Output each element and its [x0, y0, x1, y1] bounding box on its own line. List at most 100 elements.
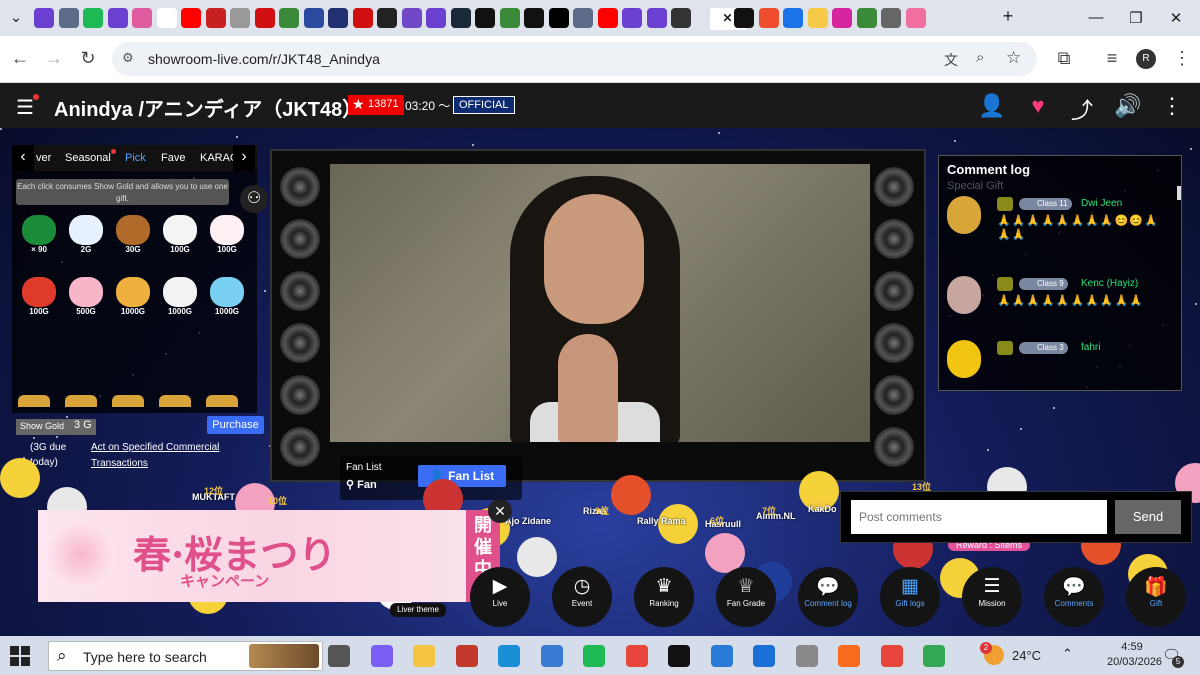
tab-frog-icon[interactable]	[279, 8, 299, 28]
extensions-icon[interactable]: ⧉	[1052, 48, 1076, 69]
nav-live-button[interactable]: ▶ Live	[470, 567, 530, 627]
tab-frog-icon[interactable]	[499, 8, 520, 28]
gift-item[interactable]: 500G	[63, 277, 109, 323]
tab-drive-icon[interactable]	[783, 8, 803, 28]
tab-tiktok-icon[interactable]	[475, 8, 495, 28]
gift-item[interactable]: 100G	[16, 277, 62, 323]
tab-frog-icon[interactable]	[856, 8, 877, 28]
taskbar-m365-icon[interactable]	[455, 645, 478, 667]
gift-item[interactable]: × 90	[16, 215, 62, 261]
tab-globe2-icon[interactable]	[328, 8, 348, 28]
bookmark-star-icon[interactable]: ☆	[1006, 48, 1021, 68]
taskbar-clock[interactable]: 4:59 20/03/2026	[1107, 640, 1162, 670]
gift-item[interactable]: 1000G	[204, 277, 250, 323]
gift-tab-fave[interactable]: Fave	[161, 152, 185, 164]
tab-youtube-icon[interactable]	[597, 8, 618, 28]
minimize-icon[interactable]: —	[1086, 9, 1106, 26]
tab-purple-icon[interactable]	[34, 8, 54, 28]
tab-purple-icon[interactable]	[646, 8, 667, 28]
taskbar-edge-icon[interactable]	[498, 645, 520, 667]
send-button[interactable]: Send	[1115, 500, 1181, 534]
gift-tabs-prev-icon[interactable]: ‹	[12, 145, 34, 171]
taskbar-file-explorer-icon[interactable]	[413, 645, 435, 667]
tab-x-icon[interactable]	[734, 8, 754, 28]
tab-shop-icon[interactable]	[758, 8, 779, 28]
zoom-icon[interactable]: ⌕	[976, 49, 984, 66]
taskbar-copilot-icon[interactable]	[370, 645, 393, 667]
special-gift-tab[interactable]: Special Gift	[947, 180, 1003, 192]
media-icon[interactable]: ≡	[1100, 48, 1124, 69]
nav-ranking-button[interactable]: ♛ Ranking	[634, 567, 694, 627]
taskbar-spotify-icon[interactable]	[583, 645, 605, 667]
browser-menu-icon[interactable]: ⋮	[1170, 48, 1194, 69]
sound-icon[interactable]: 🔊	[1114, 93, 1142, 119]
banner-close-icon[interactable]: ✕	[488, 499, 512, 523]
tab-search-icon[interactable]: ⌄	[6, 8, 26, 26]
comment-log-scrollbar[interactable]	[1177, 186, 1181, 200]
taskbar-security-icon[interactable]	[753, 645, 775, 667]
taskbar-chrome-icon[interactable]	[625, 645, 648, 667]
tab-sound-icon[interactable]	[881, 8, 901, 28]
tab-idn-icon[interactable]	[254, 8, 275, 28]
tab-bottle-icon[interactable]	[671, 8, 691, 28]
taskbar-capcut-icon[interactable]	[668, 645, 690, 667]
purchase-button[interactable]: Purchase	[207, 416, 264, 434]
tab-emoji-icon[interactable]	[807, 8, 828, 28]
tab-circle-icon[interactable]	[905, 8, 926, 28]
back-icon[interactable]: ←	[8, 48, 32, 69]
tab-x-icon[interactable]	[524, 8, 544, 28]
tab-google-icon[interactable]	[156, 8, 177, 28]
tab-steam-icon[interactable]	[450, 8, 471, 28]
more-menu-icon[interactable]: ⋮	[1158, 93, 1186, 119]
restore-icon[interactable]: ❐	[1126, 9, 1146, 27]
gift-item[interactable]: 1000G	[110, 277, 156, 323]
url-text[interactable]: showroom-live.com/r/JKT48_Anindya	[148, 51, 380, 67]
commenter-avatar[interactable]	[947, 196, 981, 234]
gift-item[interactable]: 100G	[157, 215, 203, 261]
gift-tab-seasonal[interactable]: Seasonal	[65, 152, 111, 164]
nav-event-button[interactable]: ◷ Event	[552, 567, 612, 627]
tab-close-icon[interactable]: ✕	[722, 11, 732, 25]
tray-chevron-icon[interactable]: ⌃	[1062, 646, 1073, 662]
taskbar-photos-icon[interactable]	[710, 645, 733, 667]
address-bar[interactable]: ⚙ showroom-live.com/r/JKT48_Anindya 文 ⌕ …	[112, 42, 1037, 76]
tab-spotify-icon[interactable]	[83, 8, 103, 28]
tab-7k-icon[interactable]	[205, 8, 226, 28]
tab-globe-icon[interactable]	[58, 8, 79, 28]
user-icon[interactable]: 👤	[978, 93, 1006, 119]
gift-item[interactable]: 100G	[204, 215, 250, 261]
tab-jkt-icon[interactable]	[352, 8, 373, 28]
weather-temperature[interactable]: 24°C	[1012, 648, 1041, 663]
nav-comment-log-button[interactable]: 💬 Comment log	[798, 567, 858, 627]
tab-purple-icon[interactable]	[426, 8, 446, 28]
favorite-heart-icon[interactable]: ♥	[1024, 93, 1052, 119]
tab-black-icon[interactable]	[548, 8, 569, 28]
gift-bag-icon[interactable]: ⚇	[240, 185, 268, 213]
commenter-avatar[interactable]	[947, 276, 981, 314]
share-icon[interactable]: ⤴	[1068, 93, 1096, 125]
nav-gift-button[interactable]: 🎁 Gift	[1126, 567, 1186, 627]
close-window-icon[interactable]: ✕	[1166, 9, 1186, 27]
reload-icon[interactable]: ↻	[76, 48, 100, 69]
taskbar-store-icon[interactable]	[540, 645, 563, 667]
forward-icon[interactable]: →	[42, 48, 66, 69]
nav-fan-grade-button[interactable]: ♕ Fan Grade	[716, 567, 776, 627]
taskbar-chrome3-icon[interactable]	[923, 645, 945, 667]
live-video[interactable]	[330, 164, 870, 442]
gift-item[interactable]: 2G	[63, 215, 109, 261]
windows-start-icon[interactable]	[10, 646, 30, 666]
liver-theme-label[interactable]: Liver theme	[390, 603, 446, 617]
gift-item[interactable]: 1000G	[157, 277, 203, 323]
gift-tab-pick[interactable]: Pick	[125, 152, 146, 164]
tab-insta-icon[interactable]	[832, 8, 852, 28]
tab-jkt2-icon[interactable]	[377, 8, 397, 28]
nav-gift-logs-button[interactable]: ▦ Gift logs	[880, 567, 940, 627]
tab-pink-icon[interactable]	[132, 8, 152, 28]
profile-avatar[interactable]: R	[1136, 49, 1156, 69]
taskbar-firefox-icon[interactable]	[838, 645, 860, 667]
commenter-avatar[interactable]	[947, 340, 981, 378]
tab-youtube-icon[interactable]	[181, 8, 201, 28]
nav-mission-button[interactable]: ☰ Mission	[962, 567, 1022, 627]
taskbar-search-box[interactable]: ⌕ Type here to search	[48, 641, 323, 671]
taskbar-keyboard-icon[interactable]	[795, 645, 818, 667]
